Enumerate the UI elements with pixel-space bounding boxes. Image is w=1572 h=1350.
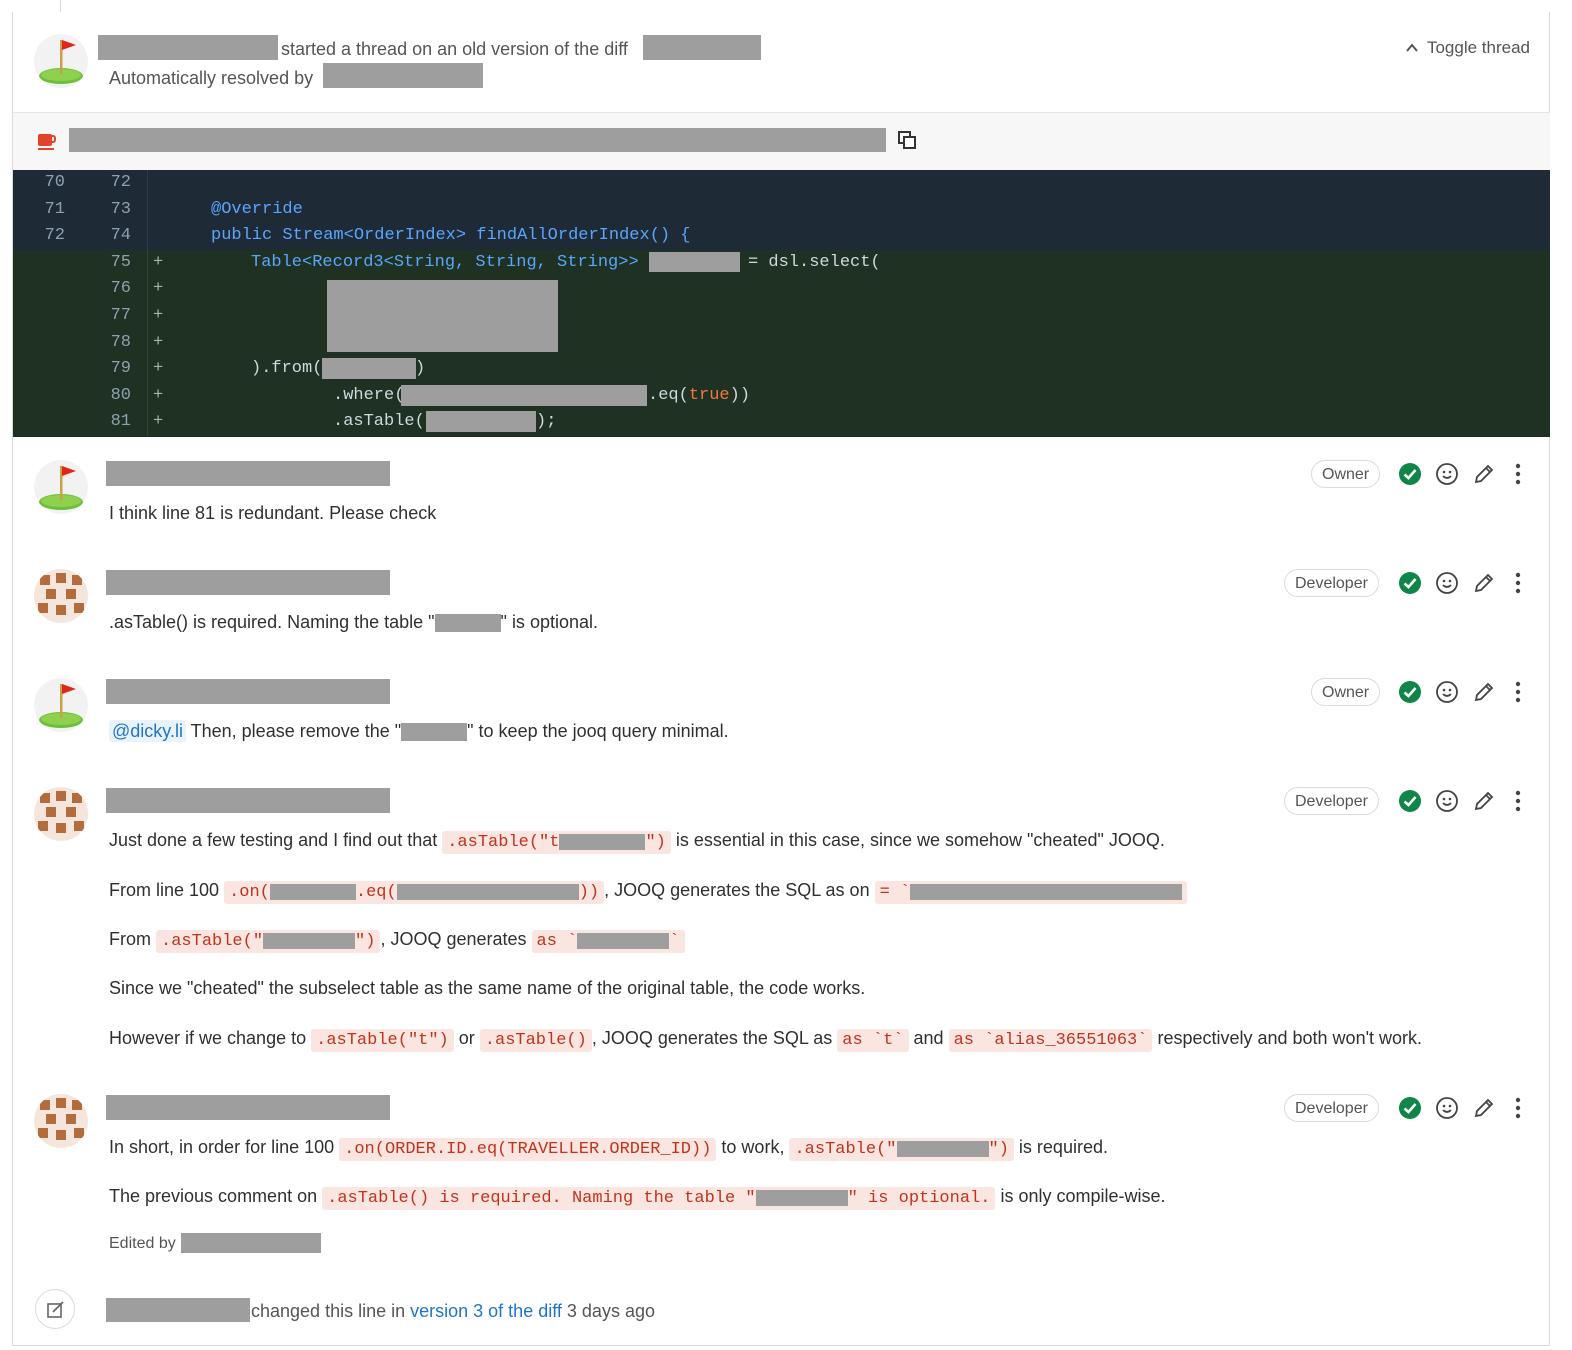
resolve-check-icon[interactable] — [1398, 571, 1422, 595]
code-line-added: 81 + .asTable( ); — [13, 409, 1550, 436]
resolve-check-icon[interactable] — [1398, 1096, 1422, 1120]
redacted-author — [106, 1298, 250, 1322]
diff-version-link[interactable]: version 3 of the diff — [410, 1301, 562, 1321]
code-line-added: 78 + — [13, 329, 1550, 357]
emoji-reaction-icon[interactable] — [1435, 462, 1459, 486]
redacted-file-path — [69, 128, 886, 152]
role-badge: Owner — [1311, 678, 1381, 706]
edit-pencil-icon[interactable] — [1472, 462, 1496, 486]
user-avatar-golf[interactable] — [34, 34, 88, 88]
more-actions-icon[interactable] — [1506, 789, 1530, 813]
code-line-added: 80 + .where( .eq(true)) — [13, 382, 1550, 410]
resolve-check-icon[interactable] — [1398, 789, 1422, 813]
system-note-text: changed this line in version 3 of the di… — [251, 1301, 655, 1321]
redacted-author — [106, 788, 390, 813]
role-badge: Owner — [1311, 460, 1381, 488]
role-badge: Developer — [1284, 1094, 1379, 1122]
code-line-added: 79 + ).from( ) — [13, 356, 1550, 383]
thread-started-text: started a thread on an old version of th… — [281, 39, 628, 59]
emoji-reaction-icon[interactable] — [1435, 789, 1459, 813]
identicon-icon — [34, 787, 88, 841]
timeline-connector — [60, 0, 61, 12]
comment-paragraph: The previous comment on .asTable() is re… — [109, 1186, 1166, 1210]
system-note-icon-wrapper — [35, 1289, 75, 1329]
edit-pencil-icon[interactable] — [1472, 680, 1496, 704]
emoji-reaction-icon[interactable] — [1435, 571, 1459, 595]
user-avatar-identicon[interactable] — [34, 569, 88, 623]
edited-by-text: Edited by — [109, 1235, 176, 1252]
redacted-editor — [181, 1233, 321, 1253]
redacted-select-fields — [327, 280, 558, 352]
edit-pencil-icon[interactable] — [1472, 1096, 1496, 1120]
more-actions-icon[interactable] — [1506, 571, 1530, 595]
user-avatar-golf[interactable] — [34, 460, 88, 514]
redacted-author — [106, 570, 390, 595]
resolve-check-icon[interactable] — [1398, 462, 1422, 486]
code-line-added: 77 + — [13, 303, 1550, 330]
edit-note-icon — [47, 1301, 64, 1318]
comment-paragraph: From line 100 .on(.eq()), JOOQ generates… — [109, 879, 1188, 904]
comment-paragraph: Just done a few testing and I find out t… — [109, 830, 1165, 854]
golf-flag-icon — [34, 678, 88, 732]
user-avatar-golf[interactable] — [34, 678, 88, 732]
java-file-icon — [38, 134, 56, 150]
redacted-author — [106, 1095, 390, 1120]
emoji-reaction-icon[interactable] — [1435, 1096, 1459, 1120]
code-line-added: 75 + Table<Record3<String, String, Strin… — [13, 249, 1550, 277]
toggle-thread-label: Toggle thread — [1426, 38, 1530, 57]
copy-icon[interactable] — [897, 130, 917, 150]
role-badge: Developer — [1284, 787, 1379, 815]
code-line: 70 72 — [13, 170, 1550, 197]
edit-pencil-icon[interactable] — [1472, 571, 1496, 595]
redacted-resolver — [323, 63, 483, 88]
user-avatar-identicon[interactable] — [34, 1094, 88, 1148]
role-badge: Developer — [1284, 569, 1379, 597]
user-avatar-identicon[interactable] — [34, 787, 88, 841]
comment-paragraph: From .asTable(" "), JOOQ generates as ` ` — [109, 928, 685, 953]
thread-resolved-text: Automatically resolved by — [109, 68, 314, 88]
code-line: 71 73 @Override — [13, 196, 1550, 224]
more-actions-icon[interactable] — [1506, 1096, 1530, 1120]
identicon-icon — [34, 1094, 88, 1148]
comment-body: @dicky.li Then, please remove the " " to … — [109, 720, 729, 742]
comment-body: I think line 81 is redundant. Please che… — [109, 503, 437, 523]
identicon-icon — [34, 569, 88, 623]
code-line: 72 74 public Stream<OrderIndex> findAllO… — [13, 223, 1550, 250]
edit-pencil-icon[interactable] — [1472, 789, 1496, 813]
redacted-author — [106, 679, 390, 704]
comment-paragraph: Since we "cheated" the subselect table a… — [109, 978, 866, 998]
golf-flag-icon — [34, 34, 88, 88]
chevron-up-icon — [1406, 43, 1418, 52]
diff-code-block: 70 72 71 73 @Override 72 74 public Strea… — [13, 170, 1550, 437]
emoji-reaction-icon[interactable] — [1435, 680, 1459, 704]
more-actions-icon[interactable] — [1506, 462, 1530, 486]
comment-body: .asTable() is required. Naming the table… — [109, 612, 598, 633]
comment-paragraph: In short, in order for line 100 .on(ORDE… — [109, 1137, 1108, 1161]
user-mention-link[interactable]: @dicky.li — [109, 720, 186, 742]
golf-flag-icon — [34, 460, 88, 514]
toggle-thread-button[interactable]: Toggle thread — [1405, 38, 1530, 58]
redacted-author — [106, 461, 390, 486]
comment-paragraph: However if we change to .asTable("t") or… — [109, 1028, 1423, 1052]
redacted-version — [643, 35, 761, 60]
more-actions-icon[interactable] — [1506, 680, 1530, 704]
resolve-check-icon[interactable] — [1398, 680, 1422, 704]
redacted-username — [98, 35, 278, 60]
code-line-added: 76 + — [13, 276, 1550, 303]
